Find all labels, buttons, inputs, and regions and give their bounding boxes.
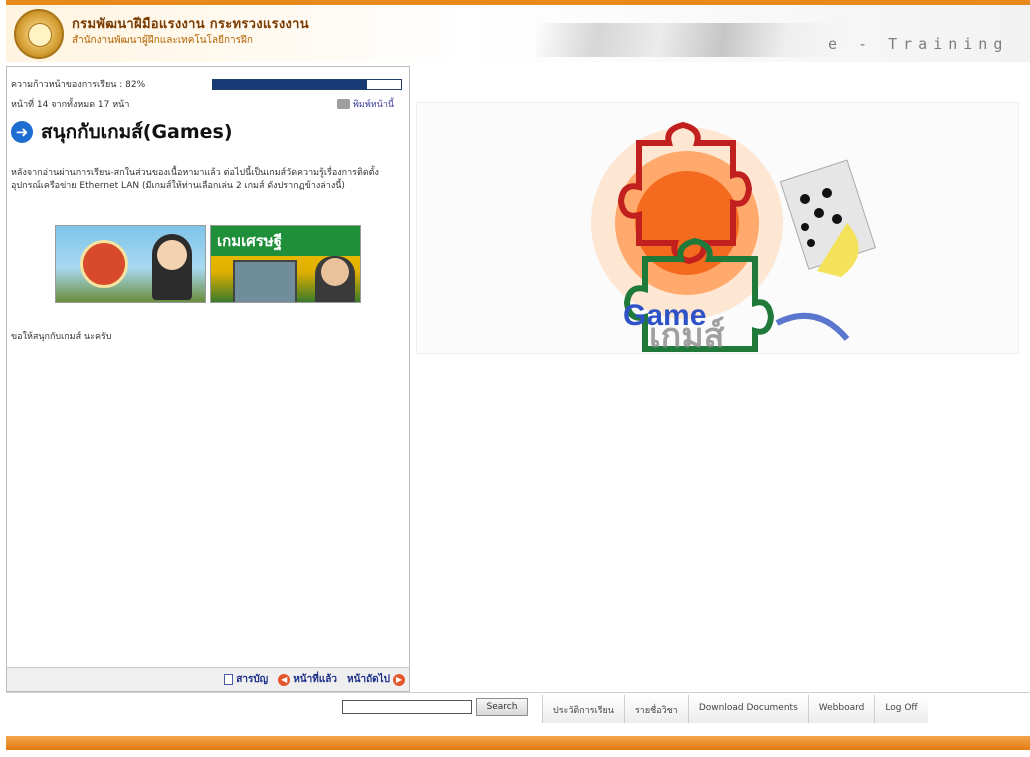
thumbnail-banner: เกมเศรษฐี [211,226,360,256]
toc-label: สารบัญ [236,674,269,685]
lesson-panel: ความก้าวหน้าของการเรียน : 82% หน้าที่ 14… [6,66,410,692]
previous-label: หน้าที่แล้ว [293,674,338,685]
header-banner-art [536,23,846,57]
bottom-strip [6,736,1030,750]
footer-link-log-off[interactable]: Log Off [874,695,928,723]
game-thumbnail-2[interactable]: เกมเศรษฐี [210,225,361,303]
page-indicator: หน้าที่ 14 จากทั้งหมด 17 หน้า [11,100,130,110]
next-page-button[interactable]: หน้าถัดไป ▶ [347,672,405,687]
header: กรมพัฒนาฝีมือแรงงาน กระทรวงแรงงาน สำนักง… [6,0,1030,62]
arrow-right-icon: ➜ [11,121,33,143]
progress-fill [213,80,368,89]
footer-links: ประวัติการเรียน รายชื่อวิชา Download Doc… [542,695,928,723]
app-window: กรมพัฒนาฝีมือแรงงาน กระทรวงแรงงาน สำนักง… [6,0,1030,757]
lesson-heading: ➜ สนุกกับเกมส์(Games) [11,117,233,147]
org-title: กรมพัฒนาฝีมือแรงงาน กระทรวงแรงงาน [72,17,309,32]
lesson-title: สนุกกับเกมส์(Games) [41,121,233,143]
lesson-navigation: สารบัญ ◀ หน้าที่แล้ว หน้าถัดไป ▶ [7,667,409,691]
footer-link-course-list[interactable]: รายชื่อวิชา [623,695,688,723]
printer-icon [337,99,350,109]
footer-link-download-documents[interactable]: Download Documents [687,695,808,723]
print-page-link[interactable]: พิมพ์หน้านี้ [337,97,394,111]
print-label: พิมพ์หน้านี้ [353,100,395,110]
org-subtitle: สำนักงานพัฒนาผู้ฝึกและเทคโนโลยีการฝึก [72,35,253,46]
game-title-thai: เกมส์ [649,316,725,353]
footer-link-webboard[interactable]: Webboard [807,695,875,723]
game-thumbnails: เกมเศรษฐี [55,225,361,303]
arrow-left-icon: ◀ [278,673,291,686]
toc-button[interactable]: สารบัญ [224,672,268,687]
progress-label: ความก้าวหน้าของการเรียน : 82% [11,80,146,90]
organization-logo [14,9,64,59]
brand-text: e - Training [828,35,1009,53]
document-icon [224,674,234,685]
previous-page-button[interactable]: ◀ หน้าที่แล้ว [278,672,337,687]
closing-text: ขอให้สนุกกับเกมส์ นะครับ [11,332,112,342]
next-label: หน้าถัดไป [347,674,390,685]
quiz-badge-icon [80,240,128,288]
search-button[interactable]: Search [476,698,528,716]
progress-bar [212,79,402,90]
game-illustration: Game เกมส์ [416,102,1019,356]
content-area: Game เกมส์ [410,66,1030,692]
footer-link-learning-history[interactable]: ประวัติการเรียน [542,695,624,723]
game-thumbnail-1[interactable] [55,225,206,303]
search-input[interactable] [342,700,472,714]
footer-bar: Search ประวัติการเรียน รายชื่อวิชา Downl… [6,692,1030,723]
puzzle-game-art: Game เกมส์ [591,121,877,356]
lesson-intro: หลังจากอ่านผ่านการเรียน-สกในส่วนของเนื้อ… [11,168,379,191]
arrow-right-icon: ▶ [393,673,405,686]
